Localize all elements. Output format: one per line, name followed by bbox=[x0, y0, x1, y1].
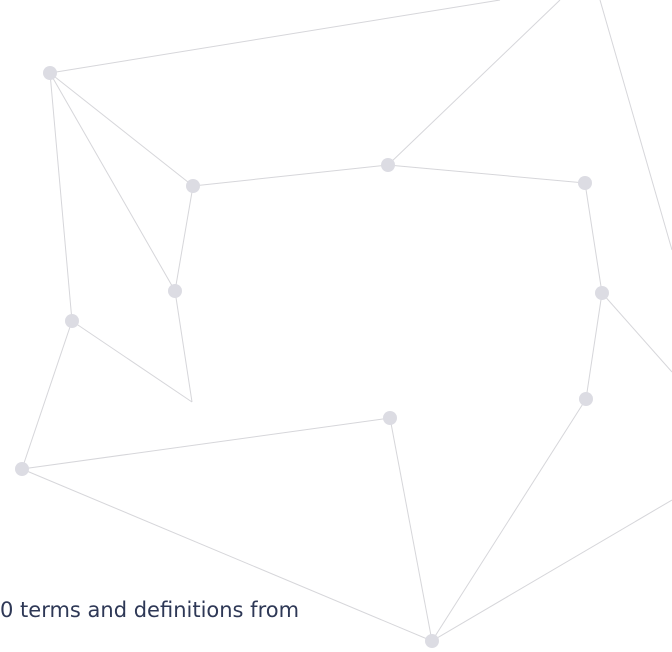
network-edge bbox=[599, 0, 672, 251]
network-node bbox=[381, 158, 395, 172]
network-edges bbox=[21, 0, 672, 642]
network-node bbox=[425, 634, 439, 648]
network-edge bbox=[192, 164, 389, 187]
network-edge bbox=[174, 185, 194, 292]
network-edge bbox=[21, 417, 391, 470]
network-edge bbox=[431, 499, 672, 642]
network-edge bbox=[387, 164, 586, 184]
network-edge bbox=[71, 320, 193, 403]
network-edge bbox=[49, 72, 194, 187]
network-node bbox=[168, 284, 182, 298]
network-edge bbox=[431, 398, 587, 642]
network-node bbox=[186, 179, 200, 193]
network-edge bbox=[174, 290, 193, 403]
network-node bbox=[579, 392, 593, 406]
network-graph-illustration bbox=[15, 0, 672, 648]
network-edge bbox=[585, 292, 603, 400]
network-edge bbox=[21, 320, 73, 470]
network-node bbox=[595, 286, 609, 300]
network-node bbox=[383, 411, 397, 425]
page-canvas: 0 terms and definitions from bbox=[0, 0, 672, 652]
network-edge bbox=[389, 417, 433, 642]
network-edge bbox=[601, 292, 672, 373]
network-edge bbox=[584, 182, 603, 294]
network-edge bbox=[387, 0, 561, 166]
network-node bbox=[15, 462, 29, 476]
network-node bbox=[65, 314, 79, 328]
network-node bbox=[43, 66, 57, 80]
network-node bbox=[578, 176, 592, 190]
network-edge bbox=[49, 72, 73, 322]
network-edge bbox=[49, 0, 501, 74]
network-edge bbox=[49, 72, 176, 292]
terms-count-caption: 0 terms and definitions from bbox=[0, 598, 300, 622]
network-nodes bbox=[15, 66, 609, 648]
